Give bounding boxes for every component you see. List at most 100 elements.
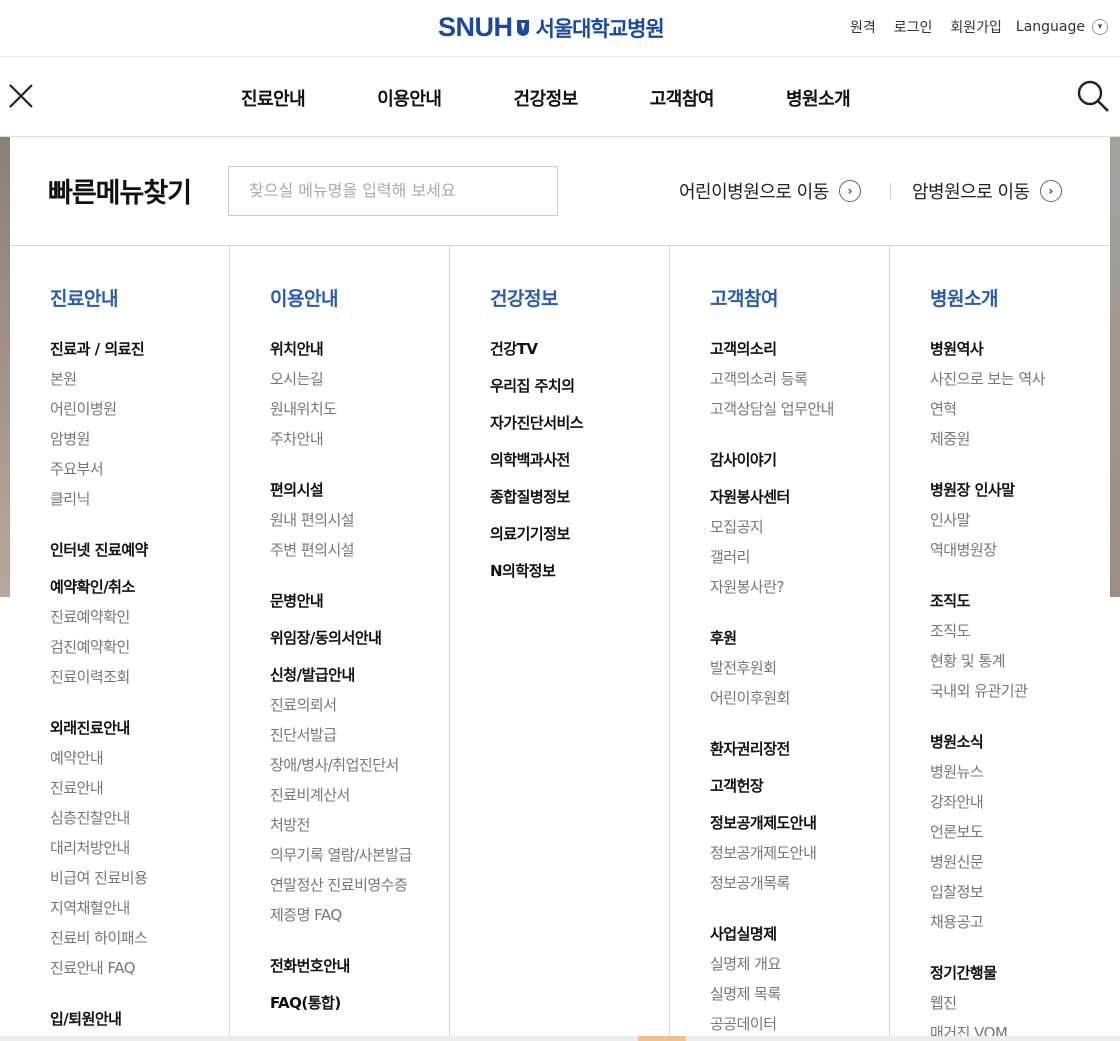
menu-group-title[interactable]: 고객헌장 bbox=[710, 775, 889, 796]
menu-link[interactable]: 진료비계산서 bbox=[270, 785, 449, 815]
menu-link[interactable]: 주변 편의시설 bbox=[270, 540, 449, 570]
menu-link[interactable]: 의무기록 열람/사본발급 bbox=[270, 845, 449, 875]
menu-group-title[interactable]: 문병안내 bbox=[270, 590, 449, 611]
util-remote-link[interactable]: 원격 bbox=[850, 17, 876, 37]
menu-link[interactable]: 역대병원장 bbox=[930, 540, 1110, 570]
gnb-item[interactable]: 병원소개 bbox=[786, 85, 851, 111]
menu-group-title[interactable]: 후원 bbox=[710, 627, 889, 648]
menu-link[interactable]: 주요부서 bbox=[50, 459, 229, 489]
menu-link[interactable]: 현황 및 통계 bbox=[930, 651, 1110, 681]
menu-link[interactable]: 실명제 목록 bbox=[710, 984, 889, 1014]
menu-link[interactable]: 자원봉사란? bbox=[710, 577, 889, 607]
menu-link[interactable]: 진단서발급 bbox=[270, 725, 449, 755]
menu-group-title[interactable]: 신청/발급안내 bbox=[270, 664, 449, 685]
gnb-item[interactable]: 고객참여 bbox=[650, 85, 715, 111]
menu-group-title[interactable]: 자원봉사센터 bbox=[710, 486, 889, 507]
close-menu-button[interactable] bbox=[8, 83, 34, 109]
menu-link[interactable]: 고객의소리 등록 bbox=[710, 369, 889, 399]
search-button[interactable] bbox=[1076, 79, 1110, 113]
gnb-item[interactable]: 건강정보 bbox=[514, 85, 579, 111]
menu-link[interactable]: 오시는길 bbox=[270, 369, 449, 399]
menu-link[interactable]: 정보공개제도안내 bbox=[710, 843, 889, 873]
menu-group-title[interactable]: FAQ(통합) bbox=[270, 992, 449, 1013]
menu-link[interactable]: 암병원 bbox=[50, 429, 229, 459]
menu-group-title[interactable]: 위임장/동의서안내 bbox=[270, 627, 449, 648]
menu-link[interactable]: 연말정산 진료비영수증 bbox=[270, 875, 449, 905]
menu-link[interactable]: 검진예약확인 bbox=[50, 637, 229, 667]
menu-link[interactable]: 언론보도 bbox=[930, 822, 1110, 852]
menu-link[interactable]: 비급여 진료비용 bbox=[50, 868, 229, 898]
menu-link[interactable]: 모집공지 bbox=[710, 517, 889, 547]
menu-group-title[interactable]: 정기간행물 bbox=[930, 962, 1110, 983]
menu-group-title[interactable]: 입/퇴원안내 bbox=[50, 1008, 229, 1029]
menu-link[interactable]: 예약안내 bbox=[50, 748, 229, 778]
menu-group-title[interactable]: 외래진료안내 bbox=[50, 717, 229, 738]
menu-link[interactable]: 진료안내 bbox=[50, 778, 229, 808]
menu-group-title[interactable]: 우리집 주치의 bbox=[490, 375, 669, 396]
menu-group-title[interactable]: 감사이야기 bbox=[710, 449, 889, 470]
menu-group-title[interactable]: 인터넷 진료예약 bbox=[50, 539, 229, 560]
menu-link[interactable]: 제증명 FAQ bbox=[270, 905, 449, 935]
menu-link[interactable]: 갤러리 bbox=[710, 547, 889, 577]
menu-group-title[interactable]: 의학백과사전 bbox=[490, 449, 669, 470]
menu-link[interactable]: 강좌안내 bbox=[930, 792, 1110, 822]
menu-link[interactable]: 대리처방안내 bbox=[50, 838, 229, 868]
menu-group-title[interactable]: 환자권리장전 bbox=[710, 738, 889, 759]
util-join-link[interactable]: 회원가입 bbox=[950, 17, 1002, 37]
menu-link[interactable]: 병원신문 bbox=[930, 852, 1110, 882]
menu-group-title[interactable]: 진료과 / 의료진 bbox=[50, 338, 229, 359]
menu-link[interactable]: 사진으로 보는 역사 bbox=[930, 369, 1110, 399]
menu-link[interactable]: 진료비 하이패스 bbox=[50, 928, 229, 958]
menu-group-title[interactable]: N의학정보 bbox=[490, 560, 669, 581]
menu-link[interactable]: 어린이후원회 bbox=[710, 688, 889, 718]
menu-group-title[interactable]: 정보공개제도안내 bbox=[710, 812, 889, 833]
menu-link[interactable]: 원내위치도 bbox=[270, 399, 449, 429]
menu-group-title[interactable]: 위치안내 bbox=[270, 338, 449, 359]
menu-link[interactable]: 국내외 유관기관 bbox=[930, 681, 1110, 711]
menu-group-title[interactable]: 사업실명제 bbox=[710, 923, 889, 944]
gnb-item[interactable]: 이용안내 bbox=[377, 85, 442, 111]
menu-link[interactable]: 조직도 bbox=[930, 621, 1110, 651]
column-title[interactable]: 이용안내 bbox=[270, 284, 449, 311]
menu-link[interactable]: 입찰정보 bbox=[930, 882, 1110, 912]
menu-group-title[interactable]: 전화번호안내 bbox=[270, 955, 449, 976]
menu-link[interactable]: 병원뉴스 bbox=[930, 762, 1110, 792]
menu-group-title[interactable]: 예약확인/취소 bbox=[50, 576, 229, 597]
menu-link[interactable]: 진료이력조회 bbox=[50, 667, 229, 697]
menu-link[interactable]: 장애/병사/취업진단서 bbox=[270, 755, 449, 785]
go-cancer-hospital-link[interactable]: 암병원으로 이동 › bbox=[912, 178, 1062, 204]
column-title[interactable]: 병원소개 bbox=[930, 284, 1110, 311]
hospital-logo[interactable]: SNUH 서울대학교병원 bbox=[438, 12, 665, 43]
menu-link[interactable]: 원내 편의시설 bbox=[270, 510, 449, 540]
menu-link[interactable]: 채용공고 bbox=[930, 912, 1110, 942]
quick-menu-input[interactable]: 찾으실 메뉴명을 입력해 보세요 bbox=[228, 166, 558, 216]
menu-link[interactable]: 제중원 bbox=[930, 429, 1110, 459]
menu-group-title[interactable]: 의료기기정보 bbox=[490, 523, 669, 544]
language-selector[interactable]: Language ▾ bbox=[1016, 19, 1108, 35]
menu-link[interactable]: 정보공개목록 bbox=[710, 873, 889, 903]
column-title[interactable]: 진료안내 bbox=[50, 284, 229, 311]
menu-link[interactable]: 실명제 개요 bbox=[710, 954, 889, 984]
menu-link[interactable]: 주차안내 bbox=[270, 429, 449, 459]
menu-link[interactable]: 진료예약확인 bbox=[50, 607, 229, 637]
menu-link[interactable]: 연혁 bbox=[930, 399, 1110, 429]
menu-group-title[interactable]: 조직도 bbox=[930, 590, 1110, 611]
menu-link[interactable]: 인사말 bbox=[930, 510, 1110, 540]
menu-group-title[interactable]: 고객의소리 bbox=[710, 338, 889, 359]
menu-group-title[interactable]: 편의시설 bbox=[270, 479, 449, 500]
menu-link[interactable]: 지역채혈안내 bbox=[50, 898, 229, 928]
menu-link[interactable]: 본원 bbox=[50, 369, 229, 399]
menu-link[interactable]: 발전후원회 bbox=[710, 658, 889, 688]
menu-group-title[interactable]: 종합질병정보 bbox=[490, 486, 669, 507]
column-title[interactable]: 건강정보 bbox=[490, 284, 669, 311]
menu-group-title[interactable]: 건강TV bbox=[490, 338, 669, 359]
menu-link[interactable]: 진료의뢰서 bbox=[270, 695, 449, 725]
menu-link[interactable]: 웹진 bbox=[930, 993, 1110, 1023]
gnb-item[interactable]: 진료안내 bbox=[241, 85, 306, 111]
menu-group-title[interactable]: 병원역사 bbox=[930, 338, 1110, 359]
column-title[interactable]: 고객참여 bbox=[710, 284, 889, 311]
menu-group-title[interactable]: 병원장 인사말 bbox=[930, 479, 1110, 500]
menu-link[interactable]: 어린이병원 bbox=[50, 399, 229, 429]
menu-link[interactable]: 심층진찰안내 bbox=[50, 808, 229, 838]
util-login-link[interactable]: 로그인 bbox=[894, 17, 933, 37]
